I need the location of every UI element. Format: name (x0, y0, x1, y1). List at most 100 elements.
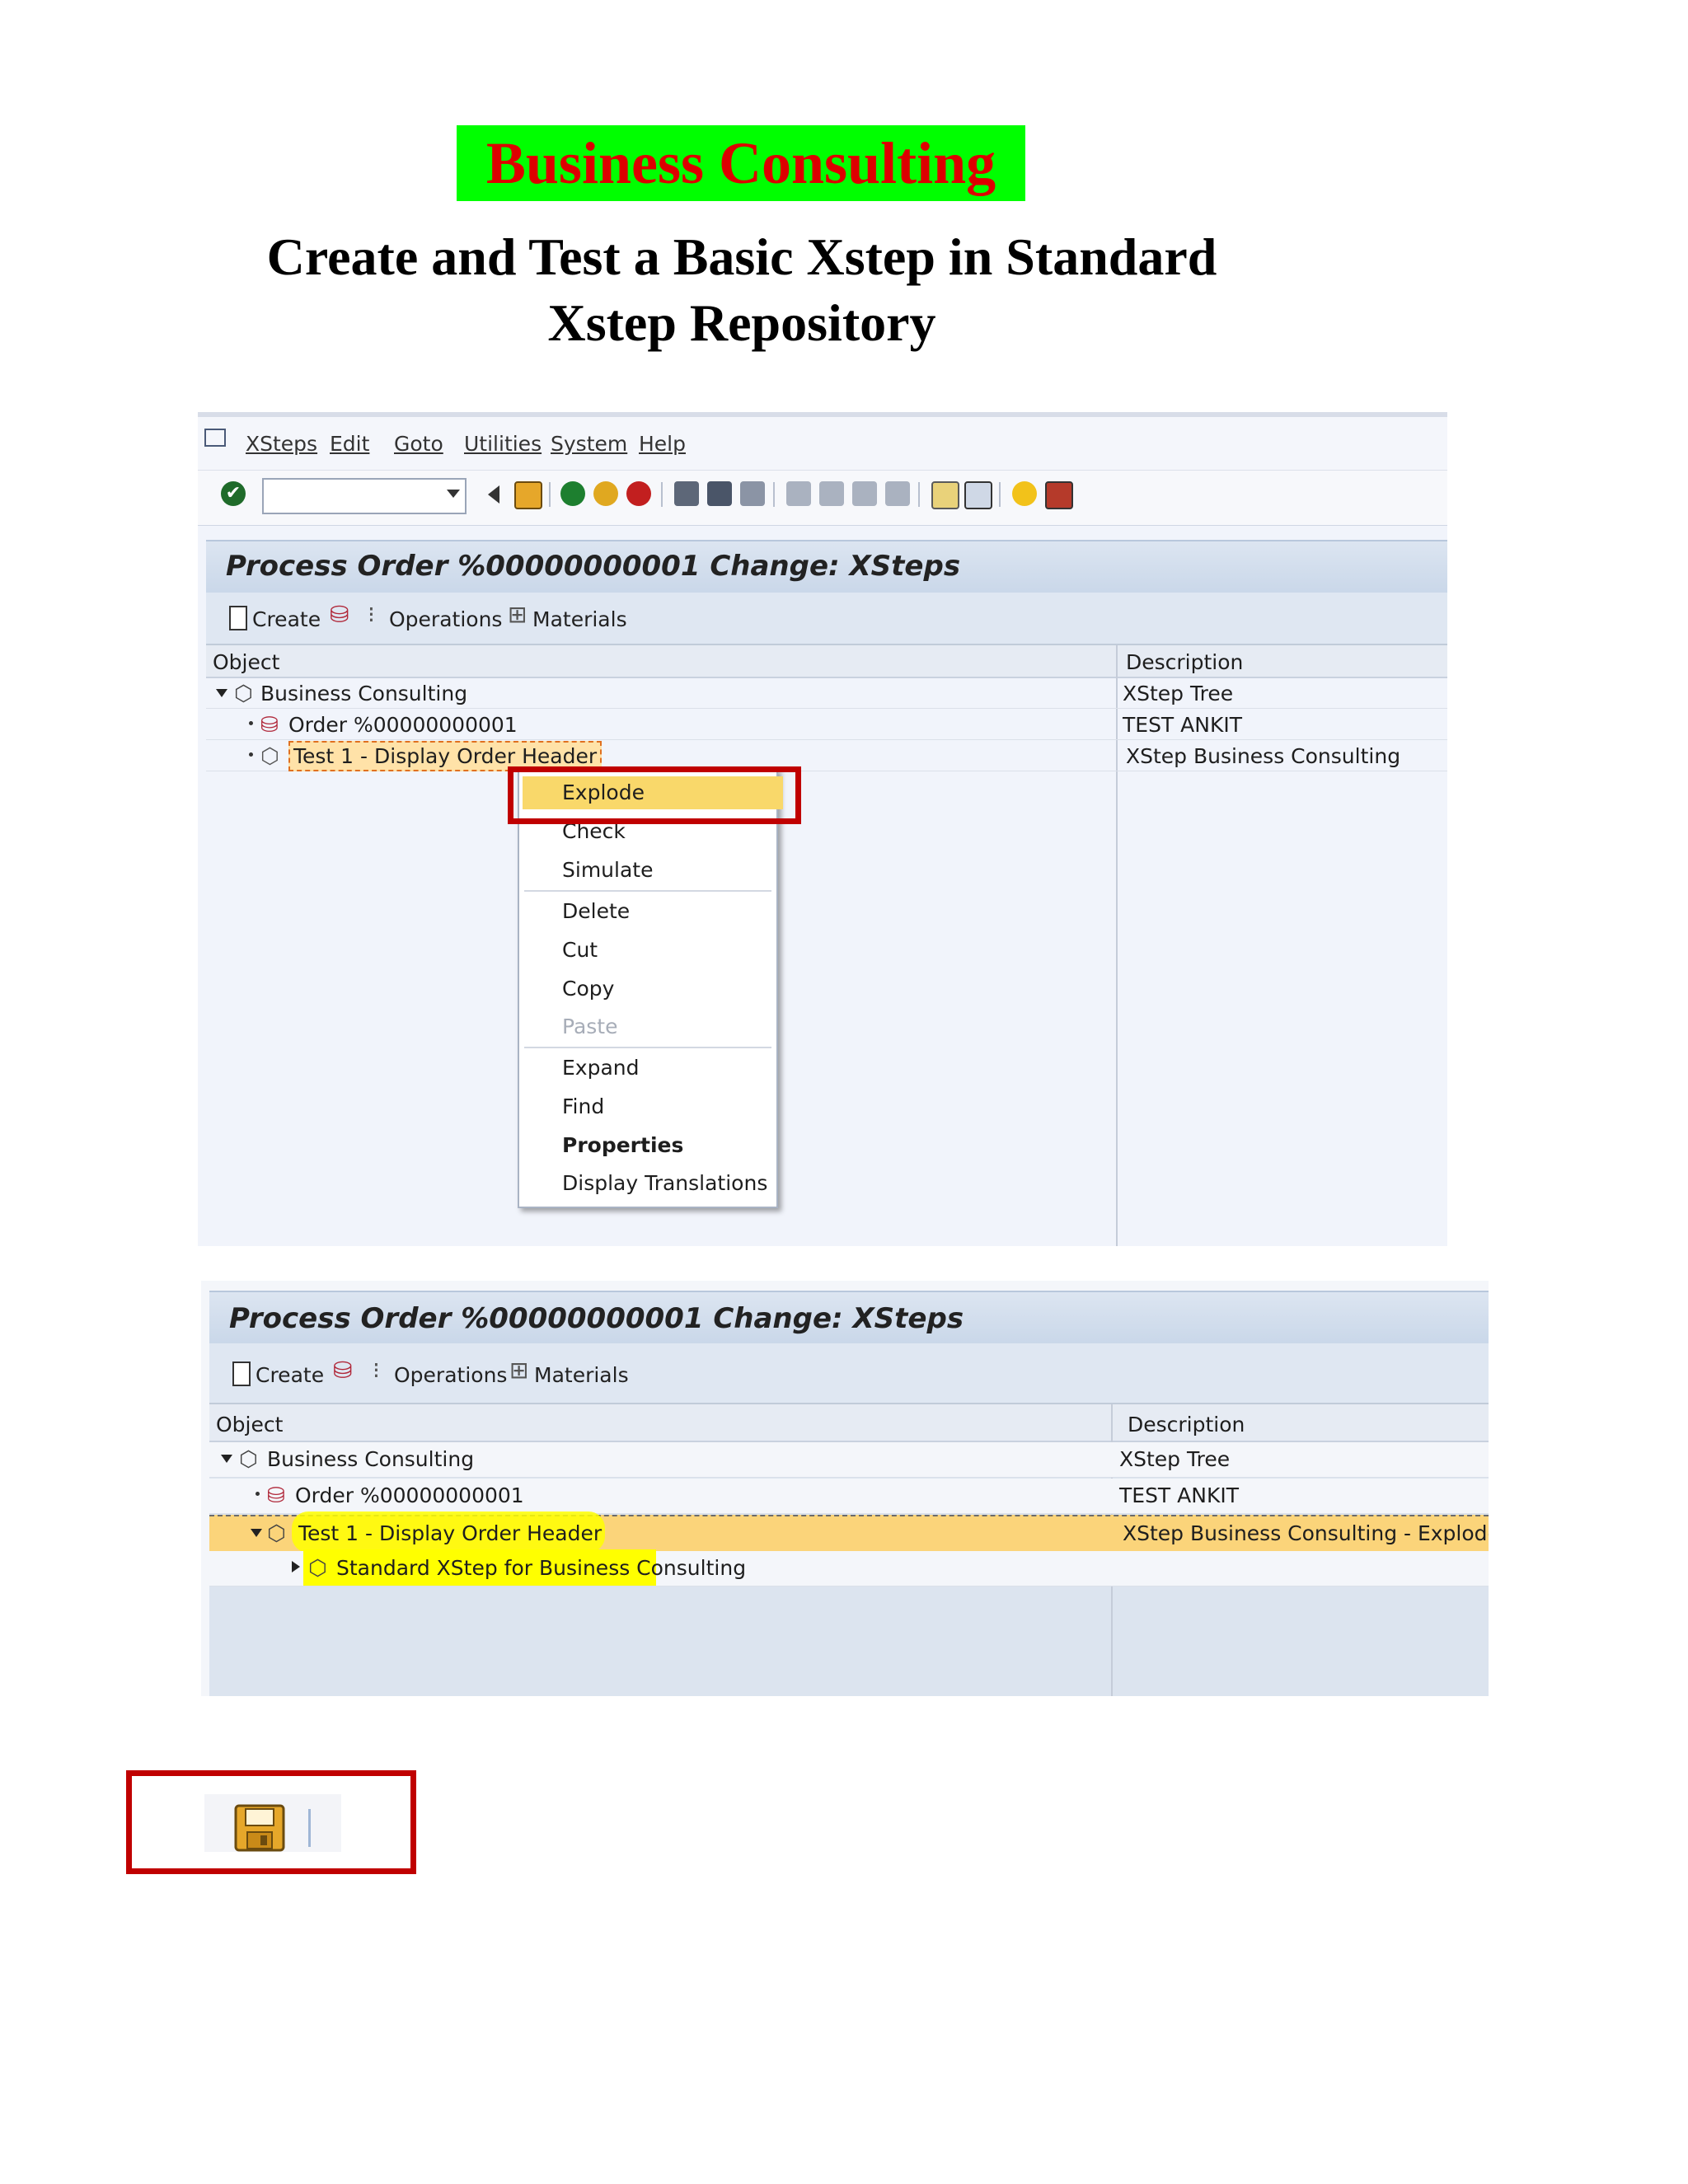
operations-icon: ⁝ (368, 601, 375, 628)
menu-system[interactable]: System (551, 432, 627, 456)
tree-row[interactable]: ⬡ Business Consulting XStep Tree (206, 677, 1447, 709)
collapse-icon[interactable] (216, 689, 227, 697)
xstep-tree: Object Description ⬡ Business Consulting… (206, 645, 1447, 1246)
doc-subtitle-line2: Xstep Repository (547, 293, 936, 352)
layout-menu-icon[interactable] (1045, 481, 1073, 509)
expand-icon[interactable] (292, 1561, 300, 1572)
tree-row-description: XStep Tree (1123, 682, 1234, 705)
tree-header: Object Description (209, 1404, 1489, 1442)
collapse-icon[interactable] (221, 1455, 232, 1463)
collapse-icon[interactable] (251, 1529, 262, 1537)
menu-utilities[interactable]: Utilities (464, 432, 542, 456)
menu-item-properties[interactable]: Properties (523, 1129, 773, 1162)
toolbar-separator (918, 482, 920, 507)
menu-item-paste: Paste (562, 1015, 618, 1038)
last-page-icon[interactable] (885, 481, 910, 506)
system-toolbar: ✔ (198, 470, 1447, 526)
tree-row-selected[interactable]: ⬡ Test 1 - Display Order Header XStep Bu… (209, 1511, 1489, 1553)
menu-item-find[interactable]: Find (523, 1090, 773, 1123)
window-title-bar: Process Order %00000000001 Change: XStep… (206, 540, 1447, 594)
menu-item-cut[interactable]: Cut (523, 934, 773, 967)
materials-button[interactable]: Materials (534, 1363, 629, 1387)
materials-button[interactable]: Materials (532, 607, 627, 631)
find-next-icon[interactable] (740, 481, 765, 506)
new-session-icon[interactable] (931, 481, 959, 509)
tree-row-label: Business Consulting (267, 1447, 475, 1471)
leaf-bullet (249, 752, 253, 757)
tree-row[interactable]: ⬡ Test 1 - Display Order Header XStep Bu… (206, 739, 1447, 771)
context-menu: Explode Check Simulate Delete Cut Copy P… (518, 768, 783, 1208)
stamp-icon[interactable]: ⛁ (333, 1357, 352, 1384)
xstep-icon: ⬡ (308, 1556, 327, 1581)
sap-screen-1: XSteps Edit Goto Utilities System Help ✔… (198, 412, 1447, 1246)
xstep-icon: ⬡ (267, 1521, 286, 1546)
menu-item-copy[interactable]: Copy (523, 972, 773, 1005)
toolbar-separator (308, 1809, 311, 1847)
tree-row[interactable]: ⬡ Business Consulting XStep Tree (209, 1442, 1489, 1478)
create-document-icon (232, 1361, 251, 1386)
previous-page-icon[interactable] (819, 481, 844, 506)
stamp-icon[interactable]: ⛁ (330, 601, 349, 628)
materials-icon: ⊞ (509, 1357, 529, 1384)
next-page-icon[interactable] (852, 481, 877, 506)
menu-edit[interactable]: Edit (330, 432, 369, 456)
doc-subtitle-line1: Create and Test a Basic Xstep in Standar… (266, 227, 1217, 286)
create-document-icon (229, 606, 247, 630)
dropdown-arrow-icon[interactable] (447, 490, 460, 498)
cancel-icon[interactable] (626, 481, 651, 506)
tree-row-label: Standard XStep for Business Consulting (336, 1556, 747, 1580)
column-object: Object (213, 650, 280, 674)
tree-row[interactable]: ⛁ Order %00000000001 TEST ANKIT (209, 1479, 1489, 1514)
print-icon[interactable] (674, 481, 699, 506)
tree-row-label: Order %00000000001 (288, 713, 518, 737)
tree-row-description: XStep Tree (1119, 1447, 1231, 1471)
doc-subtitle: Create and Test a Basic Xstep in Standar… (190, 224, 1294, 356)
create-button[interactable]: Create (256, 1363, 324, 1387)
save-callout-box (126, 1770, 416, 1874)
find-icon[interactable] (707, 481, 732, 506)
toolbar-separator (549, 482, 551, 507)
column-description: Description (1128, 1413, 1245, 1436)
exit-icon[interactable] (593, 481, 618, 506)
back-arrow-icon[interactable] (488, 485, 499, 504)
tree-header: Object Description (206, 645, 1447, 678)
tree-row-description: TEST ANKIT (1123, 713, 1242, 737)
menu-xsteps[interactable]: XSteps (246, 432, 317, 456)
operations-icon: ⁝ (373, 1357, 380, 1384)
floppy-save-icon[interactable] (234, 1804, 285, 1852)
toolbar-separator (773, 482, 775, 507)
help-icon[interactable] (1012, 481, 1037, 506)
tree-row-description: XStep Business Consulting - Exploded (1123, 1521, 1489, 1545)
tree-row[interactable]: ⛁ Order %00000000001 TEST ANKIT (206, 708, 1447, 740)
shortcut-icon[interactable] (964, 481, 992, 509)
menu-item-simulate[interactable]: Simulate (523, 854, 773, 887)
sap-screen-2: Process Order %00000000001 Change: XStep… (201, 1281, 1489, 1696)
menu-help[interactable]: Help (639, 432, 686, 456)
menu-separator (524, 1047, 771, 1048)
create-button[interactable]: Create (252, 607, 321, 631)
leaf-bullet (249, 721, 253, 725)
order-icon: ⛁ (260, 713, 279, 738)
leaf-bullet (256, 1492, 260, 1496)
operations-button[interactable]: Operations (394, 1363, 507, 1387)
exit-menu-icon[interactable] (204, 429, 226, 447)
operations-button[interactable]: Operations (389, 607, 502, 631)
menu-bar: XSteps Edit Goto Utilities System Help (198, 412, 1447, 475)
xstep-tree-icon: ⬡ (239, 1447, 258, 1472)
tree-row[interactable]: ⬡ Standard XStep for Business Consulting (209, 1549, 1489, 1586)
menu-item-delete[interactable]: Delete (523, 895, 773, 928)
enter-check-icon[interactable]: ✔ (221, 481, 246, 506)
doc-title: Business Consulting (457, 125, 1025, 201)
first-page-icon[interactable] (786, 481, 811, 506)
application-toolbar: Create ⛁ ⁝ Operations ⊞ Materials (209, 1343, 1489, 1404)
save-icon[interactable] (514, 481, 542, 509)
xstep-icon: ⬡ (260, 744, 279, 769)
window-title: Process Order %00000000001 Change: XStep… (229, 1302, 964, 1335)
command-field[interactable] (262, 478, 467, 514)
xstep-tree: Object Description ⬡ Business Consulting… (209, 1404, 1489, 1696)
menu-item-display-translations[interactable]: Display Translations (523, 1167, 773, 1200)
menu-item-expand[interactable]: Expand (523, 1052, 773, 1085)
menu-goto[interactable]: Goto (394, 432, 443, 456)
back-icon[interactable] (560, 481, 585, 506)
toolbar-separator (999, 482, 1001, 507)
